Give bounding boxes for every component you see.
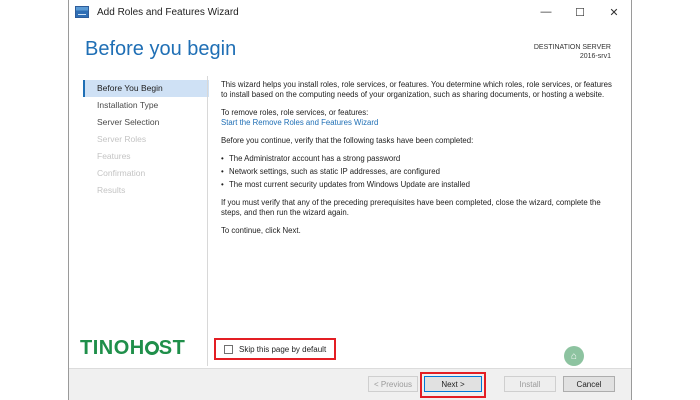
cancel-button[interactable]: Cancel xyxy=(563,376,615,392)
nav-item-results: Results xyxy=(97,185,126,195)
close-button[interactable]: ✕ xyxy=(597,0,631,24)
maximize-button[interactable]: ☐ xyxy=(563,0,597,24)
nav-item-installation-type[interactable]: Installation Type xyxy=(83,97,209,114)
verify-prompt: Before you continue, verify that the fol… xyxy=(221,136,474,145)
nav-item-features: Features xyxy=(97,151,131,161)
skip-page-checkbox[interactable] xyxy=(224,344,233,354)
install-button[interactable]: Install xyxy=(504,376,556,392)
window-controls: — ☐ ✕ xyxy=(529,0,631,24)
watermark-o-icon xyxy=(144,341,159,355)
minimize-button[interactable]: — xyxy=(529,0,563,24)
list-item: Network settings, such as static IP addr… xyxy=(221,167,613,177)
destination-value: 2016-srv1 xyxy=(579,53,611,60)
watermark-part-a: TINO xyxy=(80,337,130,359)
wizard-content: This wizard helps you install roles, rol… xyxy=(221,80,613,244)
nav-item-server-selection[interactable]: Server Selection xyxy=(83,114,209,131)
wizard-header: Before you begin DESTINATION SERVER 2016… xyxy=(69,24,631,76)
skip-page-label: Skip this page by default xyxy=(239,344,327,354)
intro-text: This wizard helps you install roles, rol… xyxy=(221,80,612,99)
destination-label: DESTINATION SERVER xyxy=(533,44,611,51)
tinohost-watermark: TINOH ST xyxy=(80,337,185,360)
next-button-highlight xyxy=(420,372,486,398)
nav-item-before-you-begin[interactable]: Before You Begin xyxy=(83,80,209,97)
watermark-part-b: H xyxy=(129,337,145,359)
title-bar[interactable]: Add Roles and Features Wizard — ☐ ✕ xyxy=(69,0,631,24)
nav-item-confirmation: Confirmation xyxy=(97,168,146,178)
watermark-part-c: ST xyxy=(158,337,186,359)
nav-divider xyxy=(207,76,208,366)
page-title: Before you begin xyxy=(85,38,237,60)
continue-note: To continue, click Next. xyxy=(221,226,301,235)
remove-prompt: To remove roles, role services, or featu… xyxy=(221,108,369,117)
status-icon: ⌂ xyxy=(564,346,584,366)
nav-item-server-roles: Server Roles xyxy=(97,134,147,144)
prerequisite-list: The Administrator account has a strong p… xyxy=(221,154,613,190)
list-item: The Administrator account has a strong p… xyxy=(221,154,613,164)
server-manager-icon xyxy=(75,6,89,18)
wizard-nav: Before You Begin Installation Type Serve… xyxy=(83,80,209,340)
remove-wizard-link[interactable]: Start the Remove Roles and Features Wiza… xyxy=(221,118,378,127)
window-title: Add Roles and Features Wizard xyxy=(97,6,239,18)
prereq-note: If you must verify that any of the prece… xyxy=(221,198,601,217)
previous-button[interactable]: < Previous xyxy=(368,376,418,392)
skip-page-option[interactable]: Skip this page by default xyxy=(214,338,336,360)
destination-server: DESTINATION SERVER 2016-srv1 xyxy=(534,43,611,61)
list-item: The most current security updates from W… xyxy=(221,180,613,190)
